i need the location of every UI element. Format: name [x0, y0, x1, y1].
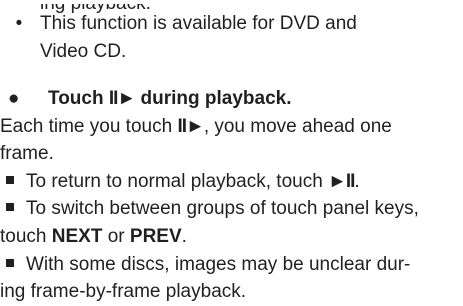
bullet-text-line1: This function is available for DVD and	[40, 13, 357, 34]
note-switch-groups: To switch between groups of touch panel …	[0, 195, 419, 223]
square-bullet-icon	[6, 175, 14, 184]
paragraph-line1: Each time you touch II►, you move ahead …	[0, 113, 392, 141]
paragraph-line2-text: frame.	[0, 143, 54, 165]
bullet-item-availability-cont: Video CD.	[0, 38, 126, 66]
note3-line1: With some discs, images may be unclear d…	[26, 253, 411, 275]
prev-key-label: PREV	[129, 226, 182, 247]
note2-line2-suffix: .	[181, 226, 187, 247]
bullet-dot-icon: •	[15, 13, 23, 34]
step-bullet-icon: ●	[8, 88, 20, 109]
paragraph-suffix: , you move ahead one	[203, 115, 392, 137]
step-prefix: Touch	[48, 88, 109, 109]
note-return-normal: To return to normal playback, touch ►II.	[0, 168, 360, 196]
square-bullet-icon	[6, 258, 14, 267]
step-suffix: during playback.	[135, 88, 292, 109]
note2-line1: To switch between groups of touch panel …	[26, 198, 419, 220]
note-switch-groups-cont: touch NEXT or PREV.	[0, 223, 187, 251]
bullet-text-line2: Video CD.	[40, 40, 127, 62]
bullet-item-availability: • This function is available for DVD and	[0, 10, 357, 38]
paragraph-prefix: Each time you touch	[0, 115, 178, 137]
step-play-pause-icon: II►	[108, 88, 136, 109]
step-heading: ● Touch II► during playback.	[0, 85, 292, 113]
note2-line2-prefix: touch	[0, 226, 52, 247]
next-key-label: NEXT	[51, 226, 103, 247]
square-bullet-icon	[6, 203, 14, 212]
note3-line2: ing frame-by-frame playback.	[0, 281, 247, 303]
note1-play-pause-icon: ►II	[328, 170, 355, 192]
note2-or: or	[102, 226, 130, 247]
note1-prefix: To return to normal playback, touch	[26, 170, 329, 192]
note-unclear-images: With some discs, images may be unclear d…	[0, 251, 410, 279]
paragraph-play-pause-icon: II►	[177, 115, 204, 137]
note1-suffix: .	[354, 170, 360, 192]
paragraph-line2: frame.	[0, 140, 54, 168]
